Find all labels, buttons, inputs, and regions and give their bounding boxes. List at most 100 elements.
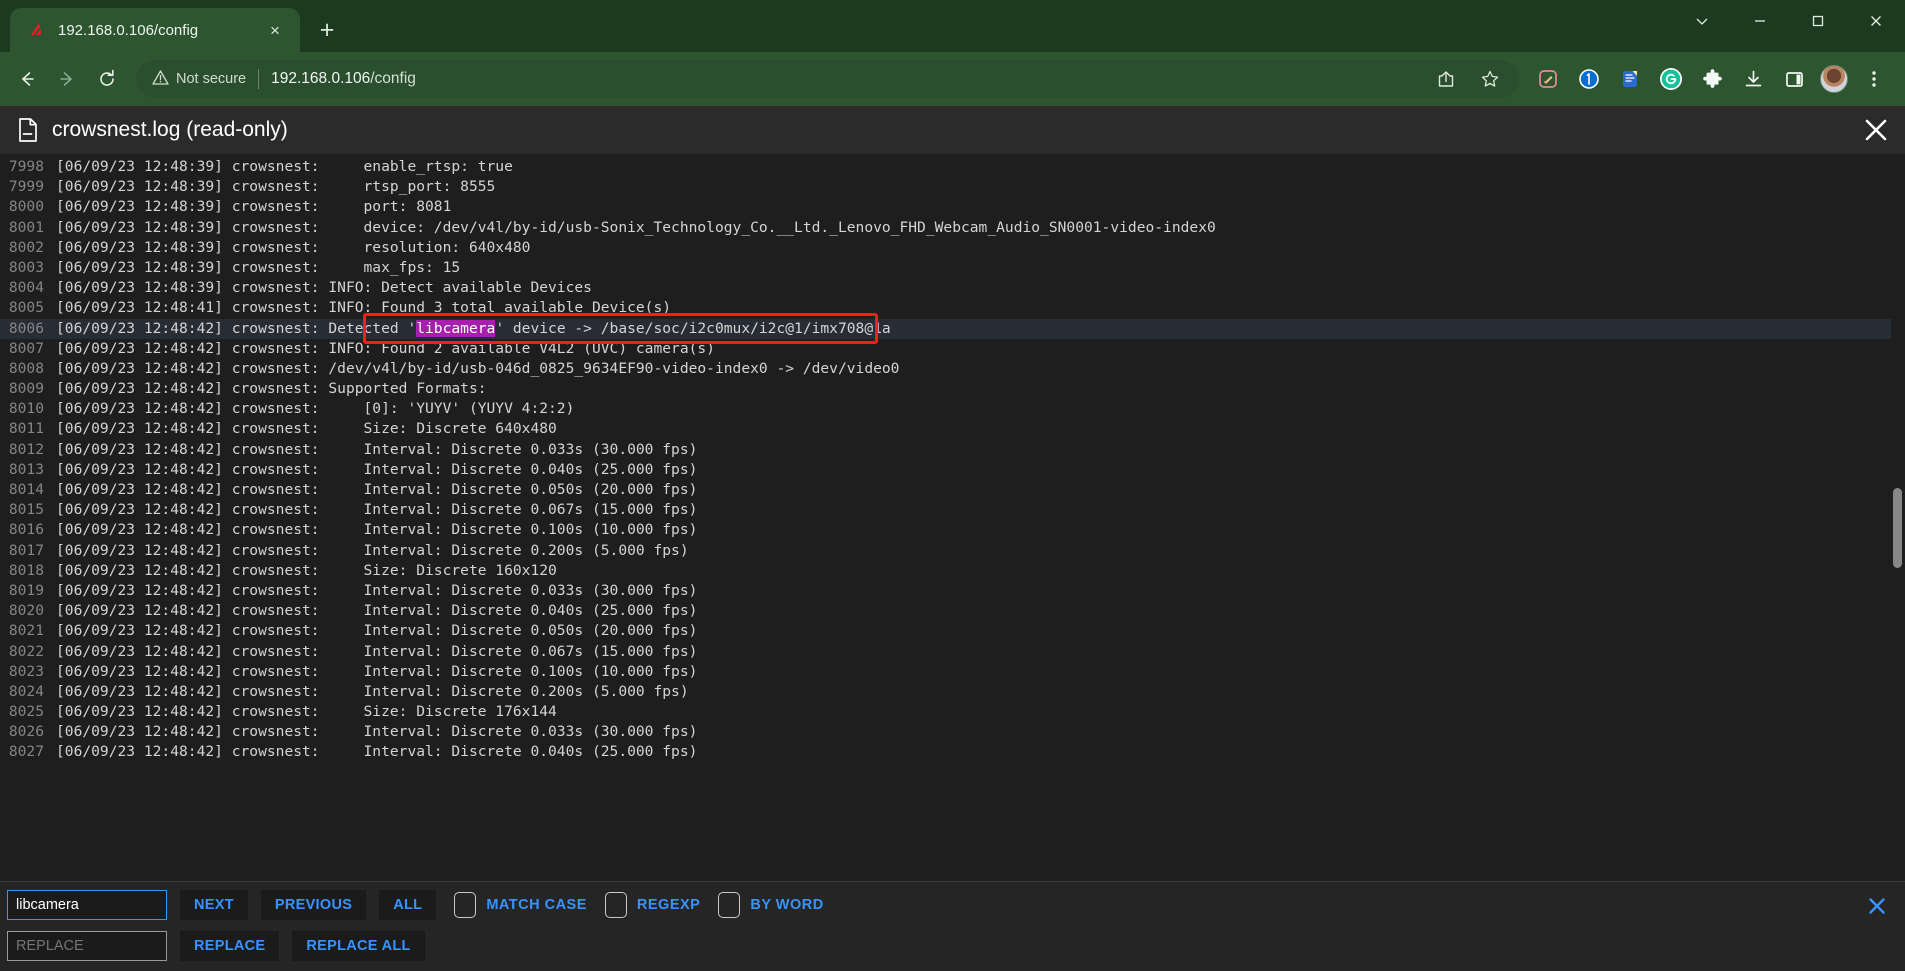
log-line-text: [06/09/23 12:48:42] crowsnest: Size: Dis… xyxy=(56,420,557,438)
log-line-text: [06/09/23 12:48:42] crowsnest: INFO: Fou… xyxy=(56,339,715,357)
new-tab-button[interactable]: + xyxy=(308,11,346,49)
log-line-number: 8008 xyxy=(8,359,44,377)
browser-window: 192.168.0.106/config × + Not secure 192.… xyxy=(0,0,1905,971)
log-line-number: 8021 xyxy=(8,622,44,640)
log-line-text: [06/09/23 12:48:39] crowsnest: device: /… xyxy=(56,218,1216,236)
log-line[interactable]: 8003 [06/09/23 12:48:39] crowsnest: max_f… xyxy=(0,258,1905,278)
log-line-number: 8010 xyxy=(8,400,44,418)
next-button[interactable]: NEXT xyxy=(180,890,248,920)
mainsail-favicon xyxy=(28,21,46,39)
onepassword-icon[interactable] xyxy=(1570,60,1608,98)
replace-row: REPLACE REPLACE ALL xyxy=(0,929,1905,963)
replace-input[interactable] xyxy=(7,931,167,961)
close-window-button[interactable] xyxy=(1847,0,1905,42)
log-line[interactable]: 8020 [06/09/23 12:48:42] crowsnest: Inter… xyxy=(0,601,1905,621)
back-button[interactable] xyxy=(8,60,46,98)
log-line-number: 8000 xyxy=(8,198,44,216)
scrollbar-thumb[interactable] xyxy=(1893,488,1902,569)
log-line-number: 8022 xyxy=(8,642,44,660)
log-line-number: 8013 xyxy=(8,460,44,478)
close-icon[interactable] xyxy=(1861,115,1891,145)
log-line-text: [06/09/23 12:48:42] crowsnest: [0]: 'YUY… xyxy=(56,400,575,418)
log-line-text: [06/09/23 12:48:42] crowsnest: Interval:… xyxy=(56,440,698,458)
log-line-text: [06/09/23 12:48:39] crowsnest: enable_rt… xyxy=(56,158,513,175)
browser-tab[interactable]: 192.168.0.106/config × xyxy=(10,8,300,52)
log-line[interactable]: 7998 [06/09/23 12:48:39] crowsnest: enabl… xyxy=(0,157,1905,177)
log-line[interactable]: 8011 [06/09/23 12:48:42] crowsnest: Size:… xyxy=(0,419,1905,439)
log-line[interactable]: 8005 [06/09/23 12:48:41] crowsnest: INFO:… xyxy=(0,298,1905,318)
log-line-text: [06/09/23 12:48:42] crowsnest: Interval:… xyxy=(56,541,689,559)
log-line[interactable]: 8015 [06/09/23 12:48:42] crowsnest: Inter… xyxy=(0,500,1905,520)
by-word-checkbox[interactable] xyxy=(718,892,741,918)
avatar[interactable] xyxy=(1815,60,1853,98)
log-line-text: [06/09/23 12:48:42] crowsnest: Interval:… xyxy=(56,481,698,498)
log-line[interactable]: 8018 [06/09/23 12:48:42] crowsnest: Size:… xyxy=(0,561,1905,581)
replace-button[interactable]: REPLACE xyxy=(180,931,280,961)
log-line[interactable]: 8016 [06/09/23 12:48:42] crowsnest: Inter… xyxy=(0,520,1905,540)
log-line[interactable]: 8013 [06/09/23 12:48:42] crowsnest: Inter… xyxy=(0,460,1905,480)
log-line[interactable]: 8022 [06/09/23 12:48:42] crowsnest: Inter… xyxy=(0,642,1905,662)
log-line-number: 8023 xyxy=(8,662,44,680)
address-bar[interactable]: Not secure 192.168.0.106/config xyxy=(136,60,1519,98)
maximize-button[interactable] xyxy=(1789,0,1847,42)
star-icon[interactable] xyxy=(1471,60,1509,98)
log-line[interactable]: 8024 [06/09/23 12:48:42] crowsnest: Inter… xyxy=(0,682,1905,702)
replace-all-button[interactable]: REPLACE ALL xyxy=(292,931,425,961)
find-row: NEXT PREVIOUS ALL MATCH CASE REGEXP BY W… xyxy=(0,888,1905,922)
reload-button[interactable] xyxy=(88,60,126,98)
chrome-menu-button[interactable] xyxy=(1855,60,1893,98)
log-line-number: 8005 xyxy=(8,299,44,317)
tab-close-button[interactable]: × xyxy=(262,17,288,43)
log-line[interactable]: 8019 [06/09/23 12:48:42] crowsnest: Inter… xyxy=(0,581,1905,601)
log-line[interactable]: 8009 [06/09/23 12:48:42] crowsnest: Suppo… xyxy=(0,379,1905,399)
log-line[interactable]: 8001 [06/09/23 12:48:39] crowsnest: devic… xyxy=(0,218,1905,238)
vertical-scrollbar[interactable] xyxy=(1891,154,1905,881)
log-line-number: 8015 xyxy=(8,501,44,519)
close-find-bar-icon[interactable] xyxy=(1865,894,1889,918)
log-viewer-header: crowsnest.log (read-only) xyxy=(0,106,1905,154)
log-line[interactable]: 8007 [06/09/23 12:48:42] crowsnest: INFO:… xyxy=(0,339,1905,359)
log-line-number: 8026 xyxy=(8,723,44,741)
log-line[interactable]: 8014 [06/09/23 12:48:42] crowsnest: Inter… xyxy=(0,480,1905,500)
log-line[interactable]: 8017 [06/09/23 12:48:42] crowsnest: Inter… xyxy=(0,541,1905,561)
search-input[interactable] xyxy=(7,890,167,920)
log-line[interactable]: 8002 [06/09/23 12:48:39] crowsnest: resol… xyxy=(0,238,1905,258)
log-line[interactable]: 8000 [06/09/23 12:48:39] crowsnest: port:… xyxy=(0,197,1905,217)
log-line[interactable]: 8023 [06/09/23 12:48:42] crowsnest: Inter… xyxy=(0,662,1905,682)
previous-button[interactable]: PREVIOUS xyxy=(260,890,367,920)
omnibox-divider xyxy=(258,69,260,89)
share-icon[interactable] xyxy=(1427,60,1465,98)
log-line[interactable]: 7999 [06/09/23 12:48:39] crowsnest: rtsp_… xyxy=(0,177,1905,197)
all-button[interactable]: ALL xyxy=(379,890,437,920)
by-word-label: BY WORD xyxy=(750,897,824,913)
log-line-number: 8018 xyxy=(8,561,44,579)
regexp-checkbox[interactable] xyxy=(604,892,627,918)
search-match-highlight: libcamera xyxy=(416,319,496,337)
log-line[interactable]: 8021 [06/09/23 12:48:42] crowsnest: Inter… xyxy=(0,621,1905,641)
puzzle-extensions-icon[interactable] xyxy=(1693,60,1731,98)
log-line[interactable]: 8027 [06/09/23 12:48:42] crowsnest: Inter… xyxy=(0,742,1905,762)
forward-button[interactable] xyxy=(48,60,86,98)
log-content-area[interactable]: 7998 [06/09/23 12:48:39] crowsnest: enabl… xyxy=(0,154,1905,881)
tab-search-button[interactable] xyxy=(1673,0,1731,42)
log-line[interactable]: 8012 [06/09/23 12:48:42] crowsnest: Inter… xyxy=(0,440,1905,460)
log-line-text: [06/09/23 12:48:39] crowsnest: INFO: Det… xyxy=(56,279,592,297)
side-panel-icon[interactable] xyxy=(1775,60,1813,98)
downloads-icon[interactable] xyxy=(1734,60,1772,98)
log-line[interactable]: 8025 [06/09/23 12:48:42] crowsnest: Size:… xyxy=(0,702,1905,722)
match-case-checkbox[interactable] xyxy=(454,892,477,918)
browser-toolbar: Not secure 192.168.0.106/config xyxy=(0,52,1905,106)
log-line[interactable]: 8008 [06/09/23 12:48:42] crowsnest: /dev/… xyxy=(0,359,1905,379)
log-line-number: 8009 xyxy=(8,380,44,398)
log-line-text: [06/09/23 12:48:42] crowsnest: Supported… xyxy=(56,380,487,398)
log-line-number: 8014 xyxy=(8,481,44,498)
grammarly-icon[interactable] xyxy=(1652,60,1690,98)
extension-edit-icon[interactable] xyxy=(1529,60,1567,98)
log-line[interactable]: 8010 [06/09/23 12:48:42] crowsnest: [0]: … xyxy=(0,399,1905,419)
not-secure-indicator[interactable]: Not secure xyxy=(152,69,246,90)
minimize-button[interactable] xyxy=(1731,0,1789,42)
log-line[interactable]: 8006 [06/09/23 12:48:42] crowsnest: Detec… xyxy=(0,318,1905,339)
document-extension-icon[interactable] xyxy=(1611,60,1649,98)
log-line[interactable]: 8026 [06/09/23 12:48:42] crowsnest: Inter… xyxy=(0,722,1905,742)
log-line[interactable]: 8004 [06/09/23 12:48:39] crowsnest: INFO:… xyxy=(0,278,1905,298)
